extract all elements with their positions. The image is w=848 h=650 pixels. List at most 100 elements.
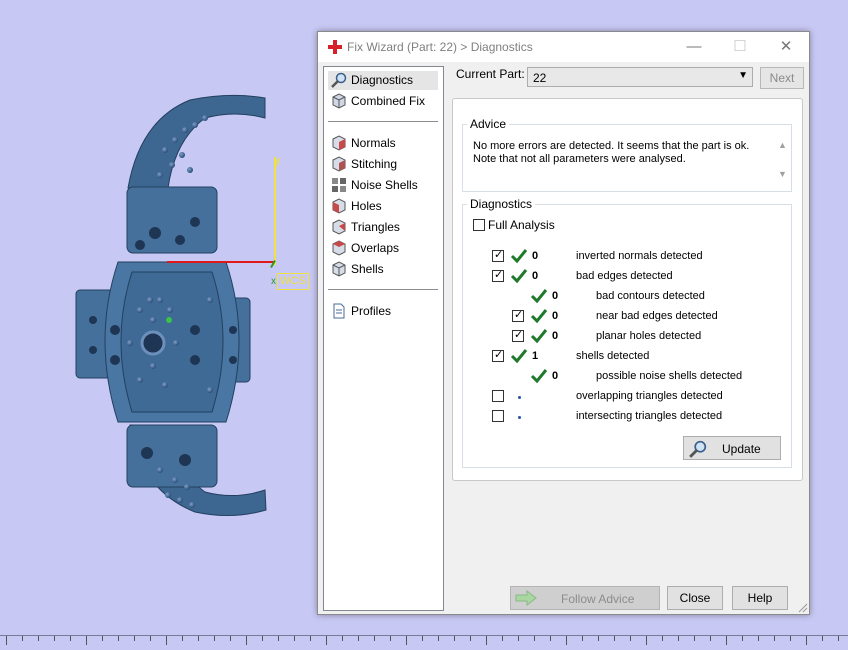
ruler-tick bbox=[742, 636, 743, 641]
ruler-tick bbox=[598, 636, 599, 641]
green-check-icon bbox=[510, 249, 528, 264]
ruler-tick bbox=[166, 636, 167, 645]
planar-holes-count: 0 bbox=[552, 330, 559, 342]
bad-edges-label: bad edges detected bbox=[576, 270, 673, 282]
ruler-tick bbox=[70, 636, 71, 641]
scroll-down-icon[interactable]: ▼ bbox=[778, 169, 787, 179]
inverted-normals-checkbox[interactable]: ✓ bbox=[492, 249, 504, 262]
chevron-down-icon: ▼ bbox=[738, 70, 748, 81]
nav-item-noise-shells[interactable]: Noise Shells bbox=[328, 176, 438, 195]
ruler-tick bbox=[150, 636, 151, 641]
nav-item-combined-fix[interactable]: Combined Fix bbox=[328, 92, 438, 111]
ruler-tick bbox=[710, 636, 711, 641]
ruler-tick bbox=[486, 636, 487, 645]
nav-item-diagnostics[interactable]: Diagnostics bbox=[328, 71, 438, 90]
ruler-tick bbox=[454, 636, 455, 641]
current-part-select[interactable]: 22 ▼ bbox=[527, 67, 753, 87]
current-part-label: Current Part: bbox=[456, 67, 525, 81]
ruler-tick bbox=[246, 636, 247, 645]
ruler-tick bbox=[38, 636, 39, 641]
full-analysis-checkbox[interactable] bbox=[473, 219, 485, 231]
cube-holes-icon bbox=[332, 198, 346, 214]
shells-count: 1 bbox=[532, 350, 539, 362]
wcs-label: WCS bbox=[277, 273, 309, 290]
not-analysed-dot bbox=[518, 416, 521, 419]
not-analysed-dot bbox=[518, 396, 521, 399]
title-bar: Fix Wizard (Part: 22) > Diagnostics — ☐ … bbox=[318, 32, 809, 62]
fix-wizard-dialog: Fix Wizard (Part: 22) > Diagnostics — ☐ … bbox=[317, 31, 810, 615]
ruler-tick bbox=[118, 636, 119, 641]
bad-contours-count: 0 bbox=[552, 290, 559, 302]
ruler-tick bbox=[6, 636, 7, 645]
ruler-tick bbox=[262, 636, 263, 641]
ruler-tick bbox=[694, 636, 695, 641]
ruler-tick bbox=[582, 636, 583, 641]
cube-normals-icon bbox=[332, 135, 346, 151]
ruler-tick bbox=[518, 636, 519, 641]
overlapping-triangles-label: overlapping triangles detected bbox=[576, 390, 723, 402]
update-label: Update bbox=[722, 442, 761, 456]
help-button[interactable]: Help bbox=[732, 586, 788, 610]
diagnostics-title: Diagnostics bbox=[467, 197, 536, 211]
ruler-tick bbox=[22, 636, 23, 641]
red-cross-icon bbox=[328, 40, 342, 54]
planar-holes-label: planar holes detected bbox=[596, 330, 702, 342]
green-check-icon bbox=[510, 349, 528, 364]
follow-advice-button[interactable]: Follow Advice bbox=[510, 586, 660, 610]
ruler-tick bbox=[86, 636, 87, 645]
bad-edges-count: 0 bbox=[532, 270, 539, 282]
green-check-icon bbox=[530, 369, 548, 384]
next-button[interactable]: Next bbox=[760, 67, 804, 89]
minimize-button[interactable]: — bbox=[674, 36, 714, 58]
ruler-tick bbox=[198, 636, 199, 641]
update-button[interactable]: Update bbox=[683, 436, 781, 460]
near-bad-edges-checkbox[interactable]: ✓ bbox=[512, 309, 524, 322]
cube-icon bbox=[332, 93, 346, 109]
nav-item-triangles[interactable]: Triangles bbox=[328, 218, 438, 237]
ring-model bbox=[75, 94, 267, 517]
overlapping-triangles-checkbox[interactable] bbox=[492, 390, 504, 402]
ruler-tick bbox=[806, 636, 807, 645]
shells-checkbox[interactable]: ✓ bbox=[492, 349, 504, 362]
maximize-button[interactable]: ☐ bbox=[720, 36, 760, 58]
intersecting-triangles-checkbox[interactable] bbox=[492, 410, 504, 422]
ruler-tick bbox=[390, 636, 391, 641]
nav-item-shells[interactable]: Shells bbox=[328, 260, 438, 279]
noise-shells-icon bbox=[332, 178, 346, 192]
nav-item-holes[interactable]: Holes bbox=[328, 197, 438, 216]
nav-item-overlaps[interactable]: Overlaps bbox=[328, 239, 438, 258]
ruler-tick bbox=[470, 636, 471, 641]
ruler-tick bbox=[134, 636, 135, 641]
near-bad-edges-count: 0 bbox=[552, 310, 559, 322]
ruler-tick bbox=[534, 636, 535, 641]
advice-scrollbar[interactable]: ▲ ▼ bbox=[774, 125, 791, 191]
nav-item-normals[interactable]: Normals bbox=[328, 134, 438, 153]
diagnostics-panel: Advice No more errors are detected. It s… bbox=[452, 98, 803, 481]
ruler-tick bbox=[358, 636, 359, 641]
shells-label: shells detected bbox=[576, 350, 650, 362]
close-window-button[interactable]: ✕ bbox=[766, 36, 806, 58]
bad-edges-checkbox[interactable]: ✓ bbox=[492, 269, 504, 282]
ruler-tick bbox=[342, 636, 343, 641]
bad-contours-label: bad contours detected bbox=[596, 290, 705, 302]
ruler-tick bbox=[566, 636, 567, 645]
advice-title: Advice bbox=[467, 117, 510, 131]
ruler-tick bbox=[278, 636, 279, 641]
scroll-up-icon[interactable]: ▲ bbox=[778, 140, 787, 150]
ruler-tick bbox=[182, 636, 183, 641]
nav-item-stitching[interactable]: Stitching bbox=[328, 155, 438, 174]
dialog-title: Fix Wizard (Part: 22) > Diagnostics bbox=[347, 40, 533, 54]
ruler-tick bbox=[822, 636, 823, 641]
green-check-icon bbox=[530, 309, 548, 324]
ruler-tick bbox=[102, 636, 103, 641]
nav-item-profiles[interactable]: Profiles bbox=[328, 302, 438, 321]
current-part-value: 22 bbox=[533, 71, 547, 85]
ruler-tick bbox=[502, 636, 503, 641]
close-button[interactable]: Close bbox=[667, 586, 723, 610]
inverted-normals-label: inverted normals detected bbox=[576, 250, 703, 262]
resize-grip-icon[interactable] bbox=[798, 603, 808, 613]
ruler-tick bbox=[326, 636, 327, 645]
near-bad-edges-label: near bad edges detected bbox=[596, 310, 718, 322]
intersecting-triangles-label: intersecting triangles detected bbox=[576, 410, 723, 422]
planar-holes-checkbox[interactable]: ✓ bbox=[512, 329, 524, 342]
